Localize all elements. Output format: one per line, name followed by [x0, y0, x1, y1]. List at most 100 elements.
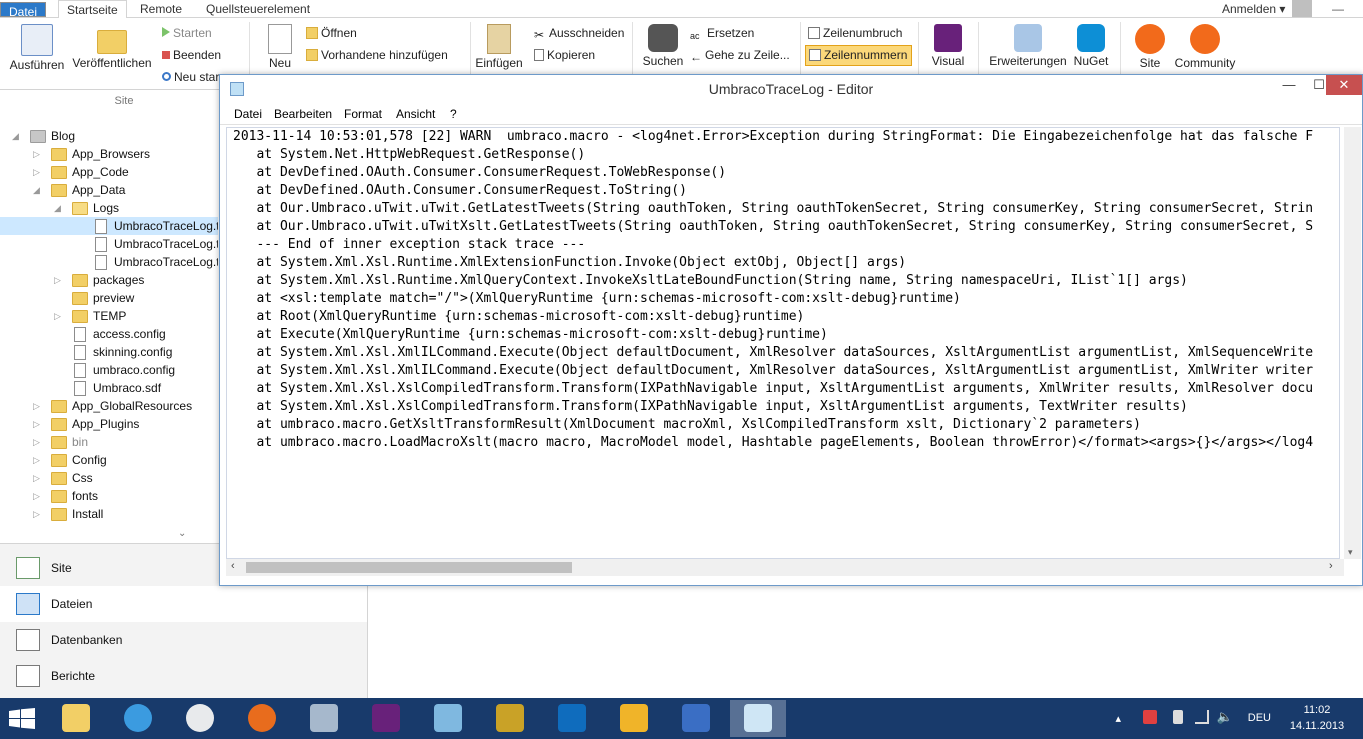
- goto-line-button[interactable]: ← Gehe zu Zeile...: [690, 46, 790, 64]
- tree-folder-item[interactable]: ▷ App_GlobalResources: [0, 397, 218, 415]
- tab-remote[interactable]: Remote: [132, 0, 190, 18]
- community-button[interactable]: Community: [1174, 24, 1236, 70]
- tree-folder-item[interactable]: ▷ fonts: [0, 487, 218, 505]
- menu-help[interactable]: ?: [450, 103, 457, 125]
- tree-folder-item[interactable]: ◢ App_Data: [0, 181, 218, 199]
- tree-file-item[interactable]: access.config: [0, 325, 218, 343]
- stop-button[interactable]: Beenden: [162, 46, 221, 64]
- tree-file-item[interactable]: skinning.config: [0, 343, 218, 361]
- restart-button[interactable]: Neu star: [162, 68, 219, 86]
- menu-view[interactable]: Ansicht: [396, 103, 435, 125]
- avatar[interactable]: [1292, 0, 1312, 17]
- chevron-down-icon[interactable]: ⌄: [178, 528, 186, 539]
- scroll-right-arrow-icon[interactable]: ›: [1329, 560, 1333, 572]
- expanded-arrow-icon[interactable]: ◢: [12, 127, 22, 145]
- new-button[interactable]: Neu: [262, 24, 298, 70]
- menu-format[interactable]: Format: [344, 103, 382, 125]
- volume-icon[interactable]: 🔈: [1217, 709, 1233, 725]
- tree-folder-item[interactable]: ◢ Blog: [0, 127, 218, 145]
- taskbar-app-button[interactable]: [544, 700, 600, 737]
- tree-folder-item[interactable]: ▷ App_Code: [0, 163, 218, 181]
- horizontal-scrollbar[interactable]: ‹ ›: [226, 559, 1344, 576]
- tree-file-item[interactable]: UmbracoTraceLog.txt: [0, 253, 218, 271]
- battery-icon[interactable]: [1173, 710, 1183, 724]
- collapsed-arrow-icon[interactable]: ▷: [33, 469, 43, 487]
- menu-file[interactable]: Datei: [234, 103, 262, 125]
- collapsed-arrow-icon[interactable]: ▷: [33, 487, 43, 505]
- scroll-left-arrow-icon[interactable]: ‹: [231, 560, 235, 572]
- tree-file-item[interactable]: Umbraco.sdf: [0, 379, 218, 397]
- scroll-down-arrow-icon[interactable]: ▾: [1348, 547, 1353, 558]
- collapsed-arrow-icon[interactable]: ▷: [33, 145, 43, 163]
- tree-folder-item[interactable]: ▷ Css: [0, 469, 218, 487]
- open-button[interactable]: Öffnen: [306, 24, 357, 42]
- site-button[interactable]: Site: [1128, 24, 1172, 70]
- language-indicator[interactable]: DEU: [1248, 712, 1271, 724]
- tree-file-item[interactable]: UmbracoTraceLog.txt: [0, 235, 218, 253]
- extensions-button[interactable]: Erweiterungen: [986, 24, 1070, 68]
- tree-file-item[interactable]: UmbracoTraceLog.txt: [0, 217, 218, 235]
- close-button[interactable]: ✕: [1326, 75, 1362, 95]
- run-button[interactable]: Ausführen: [6, 24, 68, 72]
- tree-folder-item[interactable]: ▷ TEMP: [0, 307, 218, 325]
- taskbar-app-button[interactable]: [482, 700, 538, 737]
- menu-edit[interactable]: Bearbeiten: [274, 103, 332, 125]
- collapsed-arrow-icon[interactable]: ▷: [33, 433, 43, 451]
- tree-folder-item[interactable]: ▷ Install: [0, 505, 218, 523]
- nav-item-reports[interactable]: Berichte: [0, 658, 367, 694]
- collapsed-arrow-icon[interactable]: ▷: [33, 397, 43, 415]
- tab-source-control[interactable]: Quellsteuerelement: [198, 0, 318, 18]
- tree-folder-item[interactable]: ▷ bin: [0, 433, 218, 451]
- taskbar-app-button[interactable]: [234, 700, 290, 737]
- nuget-button[interactable]: NuGet: [1070, 24, 1112, 68]
- nav-item-databases[interactable]: Datenbanken: [0, 622, 367, 658]
- taskbar-app-button[interactable]: [358, 700, 414, 737]
- word-wrap-button[interactable]: Zeilenumbruch: [808, 24, 902, 42]
- action-center-icon[interactable]: [1143, 710, 1157, 724]
- taskbar-app-button[interactable]: [110, 700, 166, 737]
- tree-folder-item[interactable]: preview: [0, 289, 218, 307]
- tree-folder-item[interactable]: ▷ App_Plugins: [0, 415, 218, 433]
- taskbar-app-button[interactable]: [48, 700, 104, 737]
- collapsed-arrow-icon[interactable]: ▷: [33, 163, 43, 181]
- vertical-scrollbar[interactable]: ▾: [1344, 127, 1361, 559]
- clock[interactable]: 11:02 14.11.2013: [1287, 704, 1347, 732]
- taskbar-app-button[interactable]: [730, 700, 786, 737]
- windows-start-icon[interactable]: [8, 708, 36, 730]
- start-button[interactable]: Starten: [162, 24, 212, 42]
- taskbar-app-button[interactable]: [172, 700, 228, 737]
- visual-studio-button[interactable]: Visual: [926, 24, 970, 68]
- copy-button[interactable]: Kopieren: [534, 46, 595, 64]
- replace-button[interactable]: ac Ersetzen: [690, 24, 754, 42]
- horizontal-scroll-thumb[interactable]: [246, 562, 572, 573]
- taskbar-app-button[interactable]: [606, 700, 662, 737]
- collapsed-arrow-icon[interactable]: ▷: [54, 271, 64, 289]
- paste-button[interactable]: Einfügen: [474, 24, 524, 70]
- add-existing-button[interactable]: Vorhandene hinzufügen: [306, 46, 448, 64]
- nav-item-files[interactable]: Dateien: [0, 586, 367, 622]
- tray-chevron-icon[interactable]: ▴: [1115, 712, 1121, 725]
- tree-file-item[interactable]: umbraco.config: [0, 361, 218, 379]
- tree-folder-item[interactable]: ◢ Logs: [0, 199, 218, 217]
- expanded-arrow-icon[interactable]: ◢: [54, 199, 64, 217]
- line-numbers-toggle[interactable]: Zeilennummern: [805, 45, 913, 66]
- expanded-arrow-icon[interactable]: ◢: [33, 181, 43, 199]
- window-minimize-button[interactable]: —: [1318, 0, 1358, 18]
- text-area[interactable]: 2013-11-14 10:53:01,578 [22] WARN umbrac…: [226, 127, 1340, 559]
- collapsed-arrow-icon[interactable]: ▷: [33, 505, 43, 523]
- collapsed-arrow-icon[interactable]: ▷: [33, 415, 43, 433]
- network-icon[interactable]: [1195, 710, 1209, 724]
- collapsed-arrow-icon[interactable]: ▷: [54, 307, 64, 325]
- publish-button[interactable]: Veröffentlichen: [70, 24, 154, 70]
- signin-link[interactable]: Anmelden ▾: [1214, 0, 1293, 18]
- collapsed-arrow-icon[interactable]: ▷: [33, 451, 43, 469]
- cut-button[interactable]: ✂ Ausschneiden: [534, 24, 624, 42]
- minimize-button[interactable]: —: [1274, 75, 1304, 95]
- taskbar-app-button[interactable]: [668, 700, 724, 737]
- tree-folder-item[interactable]: ▷ packages: [0, 271, 218, 289]
- tree-folder-item[interactable]: ▷ App_Browsers: [0, 145, 218, 163]
- window-title-bar[interactable]: UmbracoTraceLog - Editor — ☐ ✕: [220, 75, 1362, 103]
- tree-folder-item[interactable]: ▷ Config: [0, 451, 218, 469]
- tab-file[interactable]: Datei: [0, 2, 46, 19]
- tab-home[interactable]: Startseite: [58, 0, 127, 19]
